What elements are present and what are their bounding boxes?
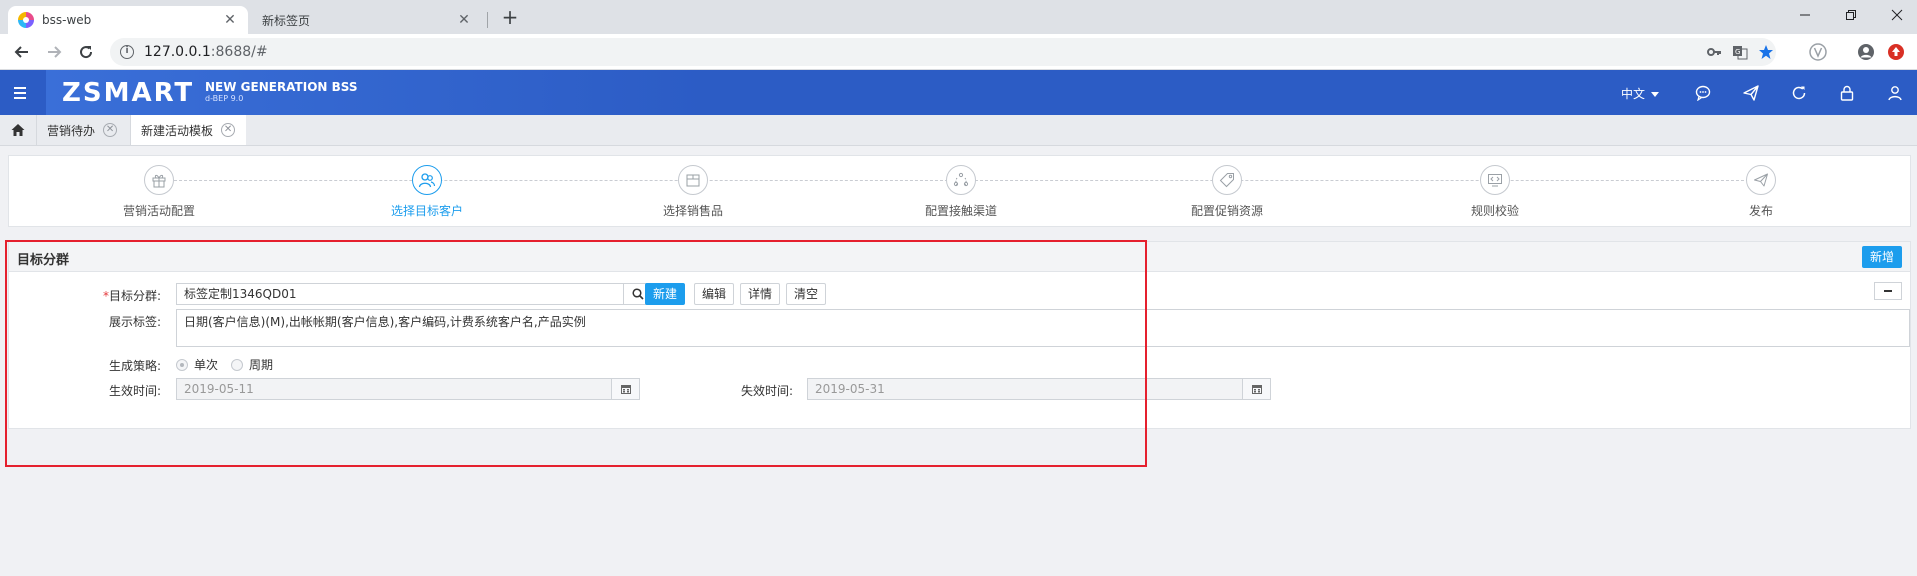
step-wizard: 营销活动配置 选择目标客户 选择销售品 配置接触渠道 配置促销资源 规则校验 发… [8, 155, 1911, 227]
detail-group-button[interactable]: 详情 [740, 283, 781, 305]
tab-marketing-todo[interactable]: 营销待办 ✕ [36, 115, 130, 145]
step-config-channels[interactable]: 配置接触渠道 [901, 165, 1021, 219]
browser-toolbar: i 127.0.0.1:8688/# G [0, 34, 1917, 70]
browser-tab-inactive[interactable]: 新标签页 ✕ [252, 6, 482, 34]
tab-divider [487, 12, 488, 28]
minimize-icon[interactable] [1782, 0, 1828, 30]
close-tab-icon[interactable]: ✕ [222, 12, 238, 28]
step-campaign-config[interactable]: 营销活动配置 [99, 165, 219, 219]
step-label: 配置接触渠道 [924, 204, 997, 218]
tab-label: 新建活动模板 [141, 123, 214, 138]
target-group-label: *目标分群: [102, 289, 161, 303]
refresh-icon[interactable] [1788, 82, 1810, 104]
minus-icon [1884, 290, 1892, 292]
step-select-target-customers[interactable]: 选择目标客户 [367, 165, 487, 219]
calendar-icon[interactable] [611, 379, 639, 399]
user-icon[interactable] [1884, 82, 1906, 104]
tab-new-campaign-template[interactable]: 新建活动模板 ✕ [130, 115, 246, 145]
close-window-icon[interactable] [1874, 0, 1917, 30]
code-icon [1480, 165, 1510, 195]
new-group-button[interactable]: 新建 [645, 283, 686, 305]
strategy-periodic-radio[interactable]: 周期 [231, 356, 273, 373]
clear-group-button[interactable]: 清空 [786, 283, 827, 305]
extension-v-icon[interactable] [1808, 42, 1828, 62]
send-icon[interactable] [1740, 82, 1762, 104]
strategy-label: 生成策略: [108, 359, 161, 373]
menu-icon[interactable] [10, 83, 30, 103]
step-label: 规则校验 [1470, 204, 1519, 218]
step-label: 选择目标客户 [390, 204, 463, 218]
expire-time-label: 失效时间: [740, 384, 793, 398]
edit-group-button[interactable]: 编辑 [694, 283, 735, 305]
forward-icon[interactable] [42, 40, 66, 64]
app-subtitle: NEW GENERATION BSS [205, 80, 358, 94]
app-logo: ZSMART [62, 78, 195, 108]
target-group-value: 标签定制1346QD01 [184, 287, 297, 301]
site-info-icon[interactable]: i [120, 45, 134, 59]
browser-tabstrip: bss-web ✕ 新标签页 ✕ + [0, 0, 1917, 34]
calendar-icon[interactable] [1242, 379, 1270, 399]
expire-time-input[interactable]: 2019-05-31 [807, 378, 1271, 400]
caret-down-icon [1650, 92, 1659, 97]
url-text: 127.0.0.1:8688/# [144, 44, 268, 60]
effective-time-value: 2019-05-11 [184, 382, 254, 396]
step-label: 营销活动配置 [122, 204, 195, 218]
app-header: ZSMART NEW GENERATION BSS d-BEP 9.0 中文 [0, 70, 1917, 115]
tab-label: 营销待办 [47, 123, 96, 138]
step-label: 发布 [1748, 204, 1773, 218]
effective-time-input[interactable]: 2019-05-11 [176, 378, 640, 400]
step-label: 配置促销资源 [1190, 204, 1263, 218]
tag-icon [1212, 165, 1242, 195]
restore-icon[interactable] [1828, 0, 1874, 30]
app-subtitle-block: NEW GENERATION BSS d-BEP 9.0 [205, 80, 358, 103]
users-icon [412, 165, 442, 195]
browser-tab-title: bss-web [42, 13, 92, 27]
gift-icon [144, 165, 174, 195]
strategy-once-radio[interactable]: 单次 [176, 356, 218, 373]
collapse-button[interactable] [1874, 282, 1902, 300]
step-config-promotions[interactable]: 配置促销资源 [1167, 165, 1287, 219]
step-publish[interactable]: 发布 [1701, 165, 1821, 219]
lock-icon[interactable] [1836, 82, 1858, 104]
step-label: 选择销售品 [662, 204, 723, 218]
translate-icon[interactable]: G [1730, 42, 1750, 62]
profile-icon[interactable] [1856, 42, 1876, 62]
new-tab-button[interactable]: + [498, 6, 522, 30]
chat-icon[interactable] [1692, 82, 1714, 104]
close-tab-icon[interactable]: ✕ [456, 12, 472, 28]
section-body: *目标分群: 标签定制1346QD01 新建 编辑 详情 清空 展示标签: 日期… [9, 272, 1910, 429]
target-group-section: 目标分群 新增 *目标分群: 标签定制1346QD01 新建 编辑 详情 清空 … [8, 241, 1911, 429]
browser-tab-active[interactable]: bss-web ✕ [8, 6, 248, 34]
box-icon [678, 165, 708, 195]
display-tags-textarea[interactable]: 日期(客户信息)(M),出帐帐期(客户信息),客户编码,计费系统客户名,产品实例 [176, 309, 1910, 347]
app-tabbar: 营销待办 ✕ 新建活动模板 ✕ [0, 115, 1917, 146]
paper-plane-icon [1746, 165, 1776, 195]
language-selector[interactable]: 中文 [1621, 85, 1659, 102]
channel-icon [946, 165, 976, 195]
back-icon[interactable] [10, 40, 34, 64]
key-icon[interactable] [1704, 42, 1724, 62]
close-tab-icon[interactable]: ✕ [103, 123, 118, 137]
step-select-offerings[interactable]: 选择销售品 [633, 165, 753, 219]
browser-tab-title: 新标签页 [262, 13, 311, 28]
app-version: d-BEP 9.0 [205, 94, 244, 103]
bookmark-star-icon[interactable] [1756, 42, 1776, 62]
add-button[interactable]: 新增 [1861, 246, 1902, 268]
update-icon[interactable] [1886, 42, 1906, 62]
expire-time-value: 2019-05-31 [815, 382, 885, 396]
display-tags-label: 展示标签: [108, 315, 161, 329]
effective-time-label: 生效时间: [108, 384, 161, 398]
close-tab-icon[interactable]: ✕ [221, 123, 236, 137]
app-favicon-icon [18, 12, 34, 28]
section-title: 目标分群 [17, 253, 70, 268]
reload-icon[interactable] [74, 40, 98, 64]
target-group-input[interactable]: 标签定制1346QD01 [176, 283, 652, 305]
section-header: 目标分群 新增 [9, 242, 1910, 272]
step-rule-check[interactable]: 规则校验 [1435, 165, 1555, 219]
svg-text:G: G [1735, 48, 1740, 56]
address-bar[interactable]: i 127.0.0.1:8688/# G [110, 38, 1776, 66]
language-label: 中文 [1621, 87, 1646, 101]
home-icon[interactable] [0, 115, 36, 145]
